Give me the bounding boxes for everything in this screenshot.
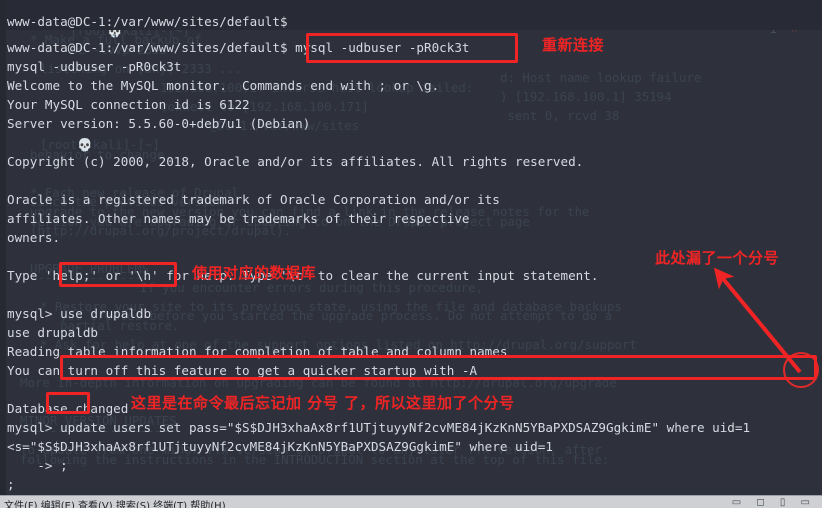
terminal-line: affiliates. Other names may be trademark… — [7, 211, 470, 226]
terminal-line: Welcome to the MySQL monitor. Commands e… — [7, 78, 440, 93]
terminal-line: mysql> use drupaldb — [7, 306, 152, 321]
terminal-line: Your MySQL connection id is 6122 — [7, 97, 250, 112]
annotation-label: 使用对应的数据库 — [192, 264, 317, 282]
taskbar-menu-text[interactable]: 文件(F) 编辑(E) 查看(V) 搜索(S) 终端(T) 帮助(H) — [4, 497, 226, 508]
screen-root: your Drupal installation[root💀kali]-[~]*… — [0, 0, 822, 508]
taskbar[interactable]: 文件(F) 编辑(E) 查看(V) 搜索(S) 终端(T) 帮助(H) ▭ ◻ … — [0, 495, 822, 508]
terminal-line: ; — [7, 477, 15, 492]
background-text-line: ) [192.168.100.1] 35194 — [500, 89, 672, 104]
taskbar-window-controls[interactable]: ▭ ◻ ▯ ▭ — [732, 497, 816, 508]
annotation-highlight-box — [46, 392, 90, 414]
annotation-highlight-box — [60, 355, 817, 380]
background-text-line: sent 0, rcvd 38 — [500, 108, 620, 123]
annotation-highlight-box — [59, 262, 177, 287]
terminal-line: <s="$S$DJH3xhaAx8rf1UTjtuyyNf2cvME84jKzK… — [7, 439, 553, 454]
terminal-line: Oracle is a registered trademark of Orac… — [7, 192, 500, 207]
annotation-label: 此处漏了一个分号 — [655, 249, 780, 267]
terminal-line: use drupaldb — [7, 325, 98, 340]
terminal-left-rail — [0, 0, 6, 496]
annotation-label: 这里是在命令最后忘记加 分号 了，所以这里加了个分号 — [131, 394, 515, 412]
terminal-line: Copyright (c) 2000, 2018, Oracle and/or … — [7, 154, 584, 169]
terminal-line: mysql> update users set pass="$S$DJH3xha… — [7, 420, 751, 435]
annotation-highlight-box — [306, 33, 518, 63]
terminal-line: mysql -udbuser -pR0ck3t — [7, 59, 182, 74]
terminal-line: Server version: 5.5.60-0+deb7u1 (Debian) — [7, 116, 311, 131]
terminal-line: owners. — [7, 230, 61, 245]
background-text-line: d: Host name lookup failure — [500, 70, 702, 85]
terminal-line: www-data@DC-1:/var/www/sites/default$ — [7, 14, 288, 29]
annotation-label: 重新连接 — [542, 36, 605, 54]
terminal-line: -> ; — [7, 458, 68, 473]
